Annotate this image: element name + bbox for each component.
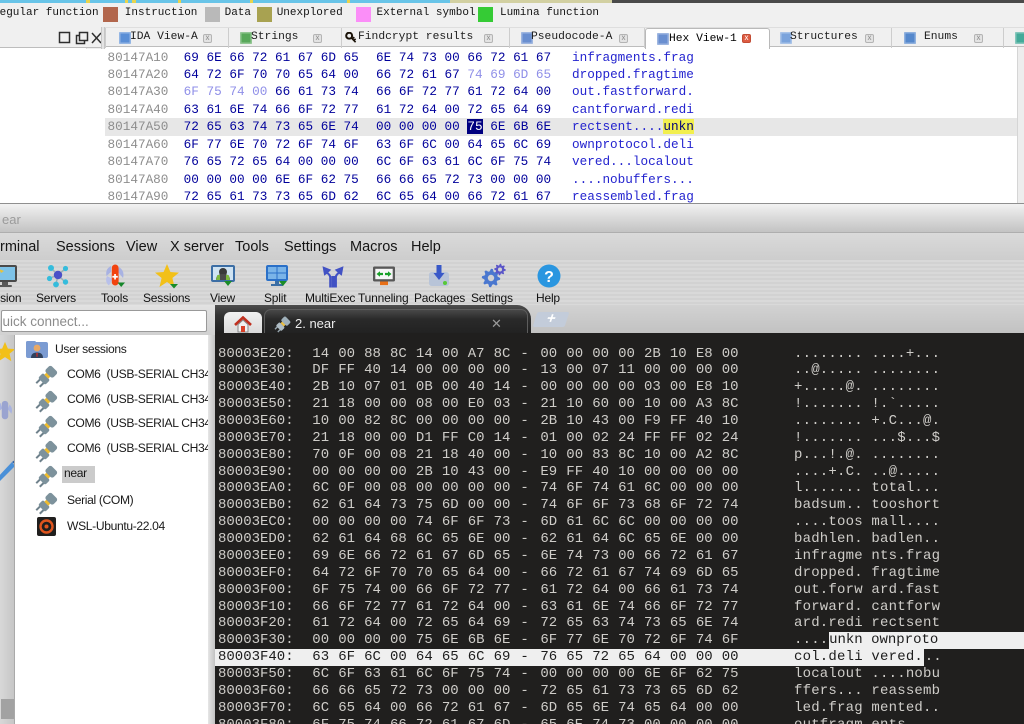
svg-text:?: ?	[544, 269, 554, 286]
